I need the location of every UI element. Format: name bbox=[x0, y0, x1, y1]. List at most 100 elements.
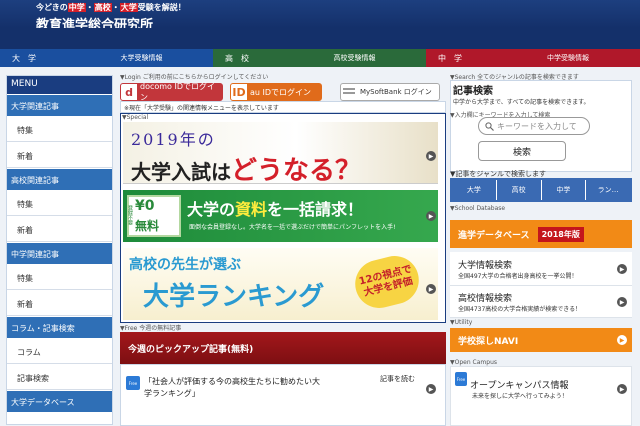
genre-tab-ranking[interactable]: ラン… bbox=[586, 180, 630, 200]
menu-cat-high[interactable]: 高校関連記事 bbox=[7, 168, 112, 190]
tagline-sep: ・ bbox=[111, 3, 120, 12]
tagline-text: 今どきの bbox=[36, 3, 68, 12]
menu-item-univ-feature[interactable]: 特集 bbox=[7, 116, 112, 142]
search-placeholder: キーワードを入力して bbox=[497, 121, 577, 131]
context-notice: ※現在「大学受験」の関連情報メニューを表示しています bbox=[120, 101, 446, 113]
menu-item-search[interactable]: 記事検索 bbox=[7, 364, 112, 390]
menu-item-column[interactable]: コラム bbox=[7, 338, 112, 364]
softbank-login-button[interactable]: MySoftBank ログイン bbox=[340, 83, 440, 101]
menu-item-high-feature[interactable]: 特集 bbox=[7, 190, 112, 216]
genre-tab-univ[interactable]: 大学 bbox=[452, 180, 497, 200]
banner3-stamp: 12の視点で 大学を評価 bbox=[350, 250, 424, 314]
banner2-headline: 大学の資料を一括請求！ bbox=[187, 196, 363, 220]
menu-item-univ-new[interactable]: 新着 bbox=[7, 142, 112, 168]
nav-univ-info-label: 大学受験情報 bbox=[120, 54, 163, 62]
open-campus-title[interactable]: オープンキャンパス情報 bbox=[470, 378, 568, 391]
genre-tab-high[interactable]: 高校 bbox=[497, 180, 542, 200]
header-tagline: 今どきの中学・高校・大学受験を解説！ bbox=[36, 2, 186, 13]
nav-high-info-label: 高校受験情報 bbox=[333, 54, 376, 62]
nav-univ[interactable]: 大 学 bbox=[0, 49, 70, 67]
menu-cat-univ[interactable]: 大学関連記事 bbox=[7, 94, 112, 116]
au-login-button[interactable]: ID au IDでログイン bbox=[230, 83, 322, 101]
menu-cat-univ-db[interactable]: 大学データベース bbox=[7, 390, 112, 412]
nav-univ-label: 大 学 bbox=[12, 53, 36, 63]
search-title: 記事検索 bbox=[453, 86, 493, 97]
tagline-text: 受験を解説！ bbox=[137, 3, 186, 12]
menu-item-high-new[interactable]: 新着 bbox=[7, 216, 112, 242]
pickup-arrow-icon[interactable]: ▶ bbox=[426, 384, 436, 394]
nav-junior-label: 中 学 bbox=[438, 53, 462, 63]
banner1-headline: 大学入試はどうなる？ bbox=[131, 150, 362, 184]
tagline-junior: 中学 bbox=[67, 3, 86, 12]
menu-item-junior-new[interactable]: 新着 bbox=[7, 290, 112, 316]
header-band bbox=[0, 28, 640, 49]
univ-info-desc: 全国497大学の合格者出身高校を一挙公開！ bbox=[458, 273, 578, 280]
banner2-arrow-icon[interactable]: ▶ bbox=[426, 211, 436, 221]
genre-tabs: 大学 高校 中学 ラン… bbox=[450, 178, 632, 202]
school-navi-arrow-icon[interactable]: ▶ bbox=[617, 335, 627, 345]
genre-tab-junior[interactable]: 中学 bbox=[542, 180, 587, 200]
univ-info-arrow-icon[interactable]: ▶ bbox=[617, 264, 627, 274]
open-campus-arrow-icon[interactable]: ▶ bbox=[617, 384, 627, 394]
free-tag: 登録不要 ¥0 無料 bbox=[127, 195, 181, 237]
tagline-sep: ・ bbox=[85, 3, 94, 12]
menu-item-junior-feature[interactable]: 特集 bbox=[7, 264, 112, 290]
banner2-subtext: 面倒な会員登録なし。大学名を一括で選ぶだけで簡単にパンフレットを入手! bbox=[189, 224, 396, 231]
au-id-icon: ID bbox=[232, 85, 246, 99]
high-info-title: 高校情報検索 bbox=[458, 294, 513, 304]
banner-brochure-request[interactable]: 登録不要 ¥0 無料 大学の資料を一括請求！ 面倒な会員登録なし。大学名を一括で… bbox=[123, 190, 438, 242]
read-article-button[interactable]: 記事を読む bbox=[380, 374, 415, 384]
banner2-headline-pre: 大学の bbox=[187, 200, 236, 219]
search-button[interactable]: 検索 bbox=[478, 141, 566, 161]
pickup-article-link[interactable]: 「社会人が評価する今の高校生たちに勧めたい大学ランキング」 bbox=[144, 376, 324, 400]
search-description: 中学から大学まで、すべての記事を検索できます。 bbox=[453, 99, 590, 106]
read-article-label: 記事を読む bbox=[380, 375, 415, 383]
free-text: 無料 bbox=[135, 219, 160, 233]
menu-cat-column[interactable]: コラム・記事検索 bbox=[7, 316, 112, 338]
banner2-headline-post: を一括請求！ bbox=[267, 200, 364, 219]
banner1-headline-pre: 大学入試は bbox=[131, 160, 231, 184]
univ-info-search[interactable]: 大学情報検索 全国497大学の合格者出身高校を一挙公開！ bbox=[450, 252, 632, 286]
univ-info-title: 大学情報検索 bbox=[458, 261, 513, 271]
schooldb-header[interactable]: 進学データベース 2018年版 bbox=[450, 220, 632, 248]
banner-2019-exam[interactable]: 2019年の 大学入試はどうなる？ bbox=[123, 122, 438, 184]
banner-teacher-ranking[interactable]: 高校の先生が選ぶ 大学ランキング 12の視点で 大学を評価 bbox=[123, 248, 438, 320]
side-menu: MENU 大学関連記事 特集 新着 高校関連記事 特集 新着 中学関連記事 特集… bbox=[6, 75, 113, 425]
softbank-login-label: MySoftBank ログイン bbox=[360, 88, 432, 96]
login-label: ▼Login ご利用の前にこちらからログインしてください bbox=[120, 74, 269, 81]
open-campus-desc: 未来を探しに大学へ行ってみよう！ bbox=[472, 393, 568, 400]
free-badge-icon: Free bbox=[126, 376, 140, 390]
high-info-desc: 全国4737高校の大学合格実績が検索できる！ bbox=[458, 306, 582, 313]
nav-high-label: 高 校 bbox=[225, 53, 249, 63]
banner1-headline-em: どうなる？ bbox=[231, 156, 362, 184]
high-info-arrow-icon[interactable]: ▶ bbox=[617, 297, 627, 307]
no-registration-label: 登録不要 bbox=[127, 205, 133, 225]
menu-title: MENU bbox=[7, 76, 112, 94]
nav-junior[interactable]: 中 学 bbox=[426, 49, 496, 67]
banner3-arrow-icon[interactable]: ▶ bbox=[426, 284, 436, 294]
banner2-headline-hl: 資料 bbox=[235, 200, 268, 219]
search-icon bbox=[485, 121, 494, 131]
banner1-arrow-icon[interactable]: ▶ bbox=[426, 151, 436, 161]
docomo-logo-icon: d bbox=[125, 85, 133, 99]
banner3-line1: 高校の先生が選ぶ bbox=[129, 257, 241, 273]
utility-label: ▼Utility bbox=[450, 319, 473, 326]
docomo-login-button[interactable]: d docomo IDでログイン bbox=[120, 82, 223, 102]
main-nav: 大 学 大学受験情報 高 校 高校受験情報 中 学 中学受験情報 bbox=[0, 49, 640, 67]
schooldb-year-badge: 2018年版 bbox=[537, 226, 584, 242]
au-login-label: au IDでログイン bbox=[247, 84, 321, 100]
tagline-high: 高校 bbox=[93, 3, 112, 12]
search-input[interactable]: キーワードを入力して bbox=[478, 117, 590, 135]
nav-junior-info[interactable]: 中学受験情報 bbox=[496, 49, 640, 67]
softbank-logo-icon bbox=[341, 84, 357, 100]
high-info-search[interactable]: 高校情報検索 全国4737高校の大学合格実績が検索できる！ bbox=[450, 286, 632, 318]
nav-high[interactable]: 高 校 bbox=[213, 49, 283, 67]
nav-high-info[interactable]: 高校受験情報 bbox=[283, 49, 426, 67]
menu-cat-junior[interactable]: 中学関連記事 bbox=[7, 242, 112, 264]
school-navi-button[interactable]: 学校探しNAVI bbox=[450, 328, 632, 352]
schooldb-title: 進学データベース bbox=[458, 230, 530, 241]
banner3-line2: 大学ランキング bbox=[143, 282, 325, 312]
free-label: ▼Free 今週の無料記事 bbox=[120, 325, 182, 332]
special-label: ▼Special bbox=[122, 114, 149, 121]
nav-univ-info[interactable]: 大学受験情報 bbox=[70, 49, 213, 67]
